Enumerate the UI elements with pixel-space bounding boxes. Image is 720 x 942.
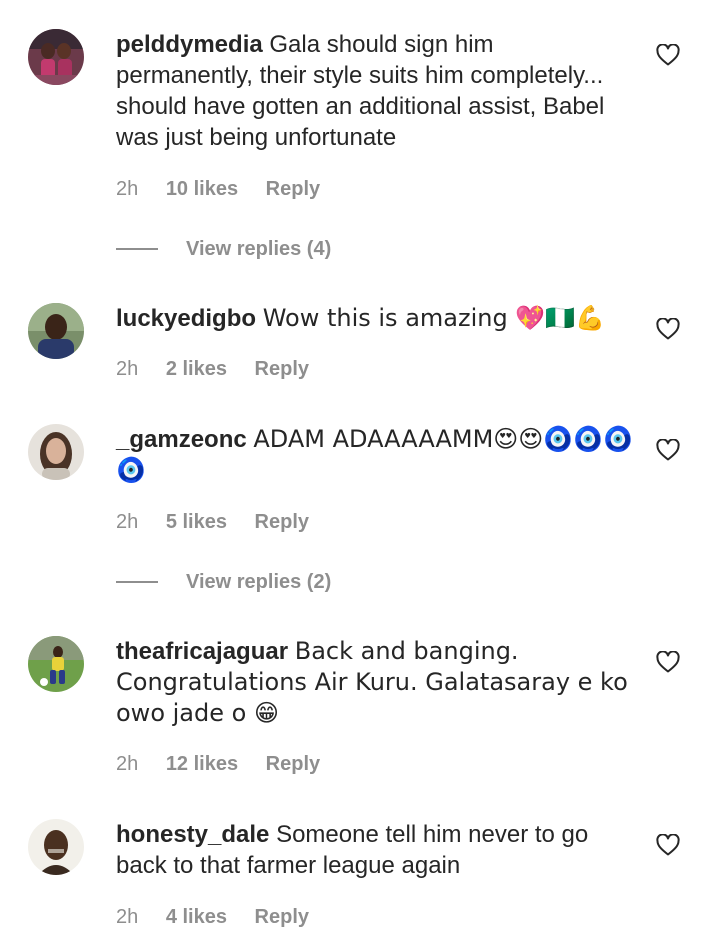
comment-username[interactable]: _gamzeonc: [116, 426, 247, 453]
comment-username[interactable]: honesty_dale: [116, 821, 269, 848]
avatar[interactable]: [28, 424, 84, 480]
comment-meta: 2h 5 likes Reply: [116, 510, 309, 534]
comment-text: _gamzeonc ADAM ADAAAAAMM😍😍🧿🧿🧿🧿: [116, 424, 636, 486]
comment-time: 2h: [116, 358, 139, 380]
comment-text: pelddymedia Gala should sign him permane…: [116, 29, 636, 153]
avatar[interactable]: [28, 819, 84, 875]
avatar[interactable]: [28, 636, 84, 692]
comment-meta: 2h 2 likes Reply: [116, 357, 309, 381]
comment-time: 2h: [116, 753, 139, 775]
comment-likes[interactable]: 10 likes: [166, 177, 238, 201]
comment-text: theafricajaguar Back and banging. Congra…: [116, 636, 636, 729]
reply-button[interactable]: Reply: [266, 752, 320, 776]
view-replies-label: View replies (4): [186, 238, 332, 260]
heart-outline-icon[interactable]: [656, 650, 680, 673]
comment-text: honesty_dale Someone tell him never to g…: [116, 819, 636, 881]
avatar[interactable]: [28, 29, 84, 85]
reply-button[interactable]: Reply: [255, 510, 309, 534]
comment-username[interactable]: pelddymedia: [116, 31, 263, 58]
comment-username[interactable]: luckyedigbo: [116, 305, 256, 332]
comment-meta: 2h 12 likes Reply: [116, 752, 320, 776]
comment-meta: 2h 10 likes Reply: [116, 177, 320, 201]
view-replies-button[interactable]: View replies (4): [116, 236, 356, 262]
divider-line: [116, 248, 158, 250]
comment-time: 2h: [116, 178, 139, 200]
comment-meta: 2h 4 likes Reply: [116, 905, 309, 929]
view-replies-button[interactable]: View replies (2): [116, 569, 356, 595]
comment-body: Wow this is amazing 💖🇳🇬💪: [262, 304, 605, 332]
comment-time: 2h: [116, 906, 139, 928]
comment-likes[interactable]: 12 likes: [166, 752, 238, 776]
comment-text: luckyedigbo Wow this is amazing 💖🇳🇬💪: [116, 303, 636, 334]
view-replies-label: View replies (2): [186, 571, 332, 593]
comment-likes[interactable]: 4 likes: [166, 905, 227, 929]
comment-username[interactable]: theafricajaguar: [116, 638, 288, 665]
comment-likes[interactable]: 5 likes: [166, 510, 227, 534]
reply-button[interactable]: Reply: [255, 905, 309, 929]
comment-likes[interactable]: 2 likes: [166, 357, 227, 381]
reply-button[interactable]: Reply: [266, 177, 320, 201]
heart-outline-icon[interactable]: [656, 317, 680, 340]
avatar[interactable]: [28, 303, 84, 359]
comment-time: 2h: [116, 511, 139, 533]
heart-outline-icon[interactable]: [656, 438, 680, 461]
divider-line: [116, 581, 158, 583]
reply-button[interactable]: Reply: [255, 357, 309, 381]
heart-outline-icon[interactable]: [656, 833, 680, 856]
heart-outline-icon[interactable]: [656, 43, 680, 66]
